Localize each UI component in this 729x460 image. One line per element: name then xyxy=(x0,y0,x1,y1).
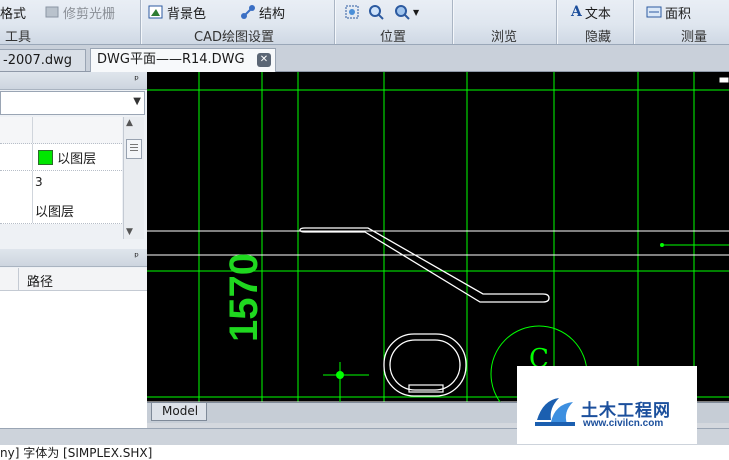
command-line-output: ny] 字体为 [SIMPLEX.SHX] xyxy=(0,445,729,460)
site-watermark: 土木工程网 www.civilcn.com xyxy=(517,366,697,444)
trim-raster-label: 修剪光栅 xyxy=(63,6,116,22)
tab-label: DWG平面——R14.DWG xyxy=(97,52,245,67)
layers-panel-header: ᵖ xyxy=(0,249,147,267)
group-label-measure: 测量 xyxy=(681,30,708,45)
group-label-tools: 工具 xyxy=(5,30,32,45)
position-pan-dropdown[interactable]: ▼ xyxy=(394,3,419,21)
scroll-down-icon[interactable]: ▼ xyxy=(126,227,133,237)
ramp-outline xyxy=(299,227,550,303)
ribbon-toolbar: 格式 修剪光栅 背景色 结构 ▼ A 文本 面积 工具 CAD绘图设置 位置 浏… xyxy=(0,0,729,45)
property-row[interactable]: 以图层 xyxy=(0,197,122,224)
drawing-canvas[interactable]: 1570 C xyxy=(147,72,729,423)
axis-lines xyxy=(147,72,729,402)
properties-panel-header: ᵖ xyxy=(0,72,147,90)
rounded-box-outer xyxy=(383,333,467,397)
column-divider xyxy=(32,171,33,197)
background-color-icon xyxy=(148,4,164,20)
property-value: 3 xyxy=(35,175,43,189)
area-label: 面积 xyxy=(665,6,692,22)
color-swatch-icon xyxy=(38,150,53,165)
ribbon-separator xyxy=(140,0,141,44)
tab-document-r14[interactable]: DWG平面——R14.DWG ✕ xyxy=(90,48,276,72)
format-button[interactable]: 格式 xyxy=(0,3,27,22)
trim-raster-button[interactable]: 修剪光栅 xyxy=(44,3,116,22)
group-label-hide: 隐藏 xyxy=(585,30,612,45)
background-color-button[interactable]: 背景色 xyxy=(148,3,207,22)
scrollbar-thumb[interactable] xyxy=(126,139,142,159)
group-label-position: 位置 xyxy=(380,30,407,45)
properties-panel: ᵖ ▼ 以图层 3 以图层 ▲ ▼ ᵖ 路径 xyxy=(0,72,147,428)
properties-scrollbar[interactable]: ▲ ▼ xyxy=(123,117,144,239)
document-tab-bar: -2007.dwg DWG平面——R14.DWG ✕ xyxy=(0,45,729,72)
format-label: 格式 xyxy=(0,6,27,22)
group-label-cad-settings: CAD绘图设置 xyxy=(194,30,274,45)
command-line-text: ny] 字体为 [SIMPLEX.SHX] xyxy=(0,446,153,460)
column-divider xyxy=(32,197,33,223)
structure-label: 结构 xyxy=(259,6,286,22)
text-icon: A xyxy=(571,4,582,20)
zoom-extents-icon xyxy=(344,4,360,20)
rounded-box-inner xyxy=(389,339,461,391)
area-icon xyxy=(646,4,662,20)
object-type-combo[interactable]: ▼ xyxy=(0,91,145,115)
ribbon-separator xyxy=(633,0,634,44)
grid-node xyxy=(660,243,664,247)
property-row[interactable] xyxy=(0,117,122,144)
tab-label: -2007.dwg xyxy=(3,53,73,68)
area-button[interactable]: 面积 xyxy=(646,3,692,22)
column-header-path[interactable]: 路径 xyxy=(27,271,53,290)
cad-drawing[interactable]: 1570 C xyxy=(147,72,729,423)
position-zoom-button[interactable] xyxy=(368,3,384,21)
ribbon-separator xyxy=(334,0,335,44)
column-divider xyxy=(32,144,33,170)
property-row[interactable]: 3 xyxy=(0,171,122,198)
marker-point xyxy=(336,371,344,379)
dimension-text: 1570 xyxy=(222,253,266,342)
ribbon-separator xyxy=(452,0,453,44)
scroll-up-icon[interactable]: ▲ xyxy=(126,118,133,128)
group-label-browse: 浏览 xyxy=(491,30,518,45)
zoom-dropdown-icon xyxy=(394,4,410,20)
text-label: 文本 xyxy=(584,6,611,22)
property-value: 以图层 xyxy=(35,205,75,220)
background-color-label: 背景色 xyxy=(167,6,207,22)
structure-icon xyxy=(240,4,256,20)
text-button[interactable]: A 文本 xyxy=(571,3,611,22)
property-value-color: 以图层 xyxy=(38,148,96,167)
outline-lines xyxy=(147,77,729,403)
close-icon[interactable]: ✕ xyxy=(257,53,271,67)
zoom-icon xyxy=(368,4,384,20)
property-row-color[interactable]: 以图层 xyxy=(0,144,122,171)
tab-model[interactable]: Model xyxy=(151,403,207,421)
layers-list[interactable] xyxy=(0,291,147,428)
structure-button[interactable]: 结构 xyxy=(240,3,286,22)
trim-raster-icon xyxy=(44,4,60,20)
column-divider xyxy=(18,268,19,290)
chevron-down-icon[interactable]: ▼ xyxy=(133,96,141,107)
tab-model-label: Model xyxy=(162,404,199,418)
pin-icon[interactable]: ᵖ xyxy=(134,73,139,86)
pin-icon[interactable]: ᵖ xyxy=(134,250,139,263)
box-label-plate xyxy=(408,384,444,393)
ribbon-separator xyxy=(556,0,557,44)
layers-table-header: 路径 xyxy=(0,268,147,291)
chevron-down-icon: ▼ xyxy=(413,7,420,17)
watermark-url: www.civilcn.com xyxy=(583,418,664,429)
tab-document-2007[interactable]: -2007.dwg xyxy=(0,49,86,71)
outline-marker xyxy=(719,77,729,83)
property-value-text: 以图层 xyxy=(57,152,97,167)
column-divider xyxy=(32,117,33,143)
position-fit-button[interactable] xyxy=(344,3,360,21)
civilcn-logo-icon xyxy=(535,398,575,426)
